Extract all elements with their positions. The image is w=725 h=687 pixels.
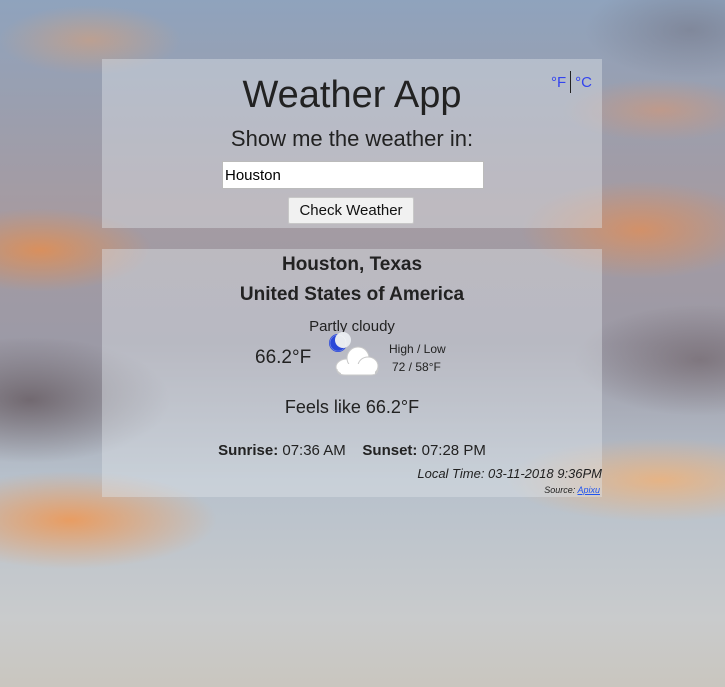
search-prompt: Show me the weather in: (230, 126, 474, 151)
weather-result-panel: Houston, Texas United States of America … (102, 249, 602, 497)
app-title: Weather App (242, 74, 462, 116)
partly-cloudy-night-icon (329, 332, 379, 376)
city-name: Houston, Texas (281, 254, 423, 275)
source-link[interactable]: Apixu (577, 485, 600, 495)
source-credit: Source: Apixu (544, 485, 600, 495)
search-panel: °F °C Weather App Show me the weather in… (102, 59, 602, 228)
feels-like: Feels like 66.2°F (284, 397, 420, 417)
city-input[interactable] (222, 161, 484, 189)
high-low-value: 72 / 58°F (392, 360, 441, 374)
sunset-time: 07:28 PM (421, 442, 486, 459)
sunrise-time: 07:36 AM (282, 442, 346, 459)
sunset-label: Sunset: (362, 442, 418, 459)
sun-times: Sunrise: 07:36 AM Sunset: 07:28 PM (102, 442, 602, 459)
high-low-label: High / Low (389, 342, 446, 356)
source-label: Source: (544, 485, 576, 495)
check-weather-button[interactable]: Check Weather (288, 197, 414, 224)
country-name: United States of America (239, 284, 465, 305)
sunrise-label: Sunrise: (218, 442, 279, 459)
local-time: Local Time: 03-11-2018 9:36PM (417, 466, 602, 481)
current-temperature: 66.2°F (255, 347, 312, 368)
